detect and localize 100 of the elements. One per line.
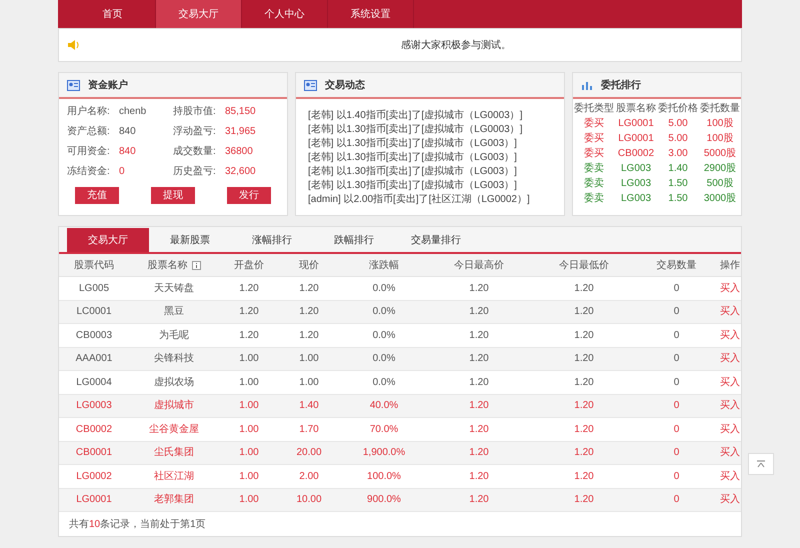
tab[interactable]: 交易量排行 <box>395 228 477 252</box>
table-cell-text: LG003 <box>620 192 652 206</box>
table-cell-text: 0 <box>672 352 680 366</box>
field-value: 36800 <box>225 145 253 159</box>
buy-link[interactable]: 买入 <box>714 445 746 460</box>
table-cell-text: CB0001 <box>74 446 114 460</box>
buy-link[interactable]: 买入 <box>714 280 746 296</box>
action-button[interactable]: 充值 <box>75 187 119 204</box>
table-cell-text: 40.0% <box>368 399 400 414</box>
table-cell-text: 1.20 <box>573 446 595 460</box>
activity-line: [admin] 以2.00指币[卖出]了[社区江湖（LG0002）] <box>308 193 531 206</box>
table-cell-text: 1.20 <box>573 352 595 366</box>
action-button[interactable]: 提现 <box>151 187 195 204</box>
buy-link[interactable]: 买入 <box>714 398 746 414</box>
field-value: 31,965 <box>225 125 256 139</box>
table-cell-text: 委卖 <box>583 176 605 191</box>
table-cell-text: 1.70 <box>298 422 320 437</box>
buy-link[interactable]: 买入 <box>714 492 746 508</box>
column-header: 交易数量 <box>656 258 696 272</box>
table-cell-text: LG0001 <box>617 117 655 131</box>
table-cell-text: 1.20 <box>298 328 320 343</box>
table-cell-text: 委买 <box>583 116 605 131</box>
table-cell-text: 1.20 <box>573 470 595 484</box>
column-header: 操作 <box>720 258 740 272</box>
table-cell-text: 1.00 <box>238 352 260 366</box>
activity-line: [老韩] 以1.40指币[卖出]了[虚拟城市（LG0003）] <box>308 109 524 122</box>
table-cell-text: 1.50 <box>667 177 689 191</box>
back-to-top-button[interactable] <box>748 453 774 475</box>
column-header: 委托价格 <box>657 102 699 116</box>
tab[interactable]: 交易大厅 <box>67 228 149 252</box>
table-cell-text: 2.00 <box>298 470 320 484</box>
table-cell-text: 1.00 <box>298 376 320 390</box>
notice-text: 感谢大家积极参与测试。 <box>401 38 511 52</box>
buy-link[interactable]: 买入 <box>714 468 746 484</box>
field-label: 资产总额: <box>67 124 111 139</box>
table-cell-text: LG005 <box>78 282 110 296</box>
table-cell-text: 1.20 <box>573 493 595 508</box>
table-cell-text: 20.00 <box>295 446 323 460</box>
table-cell-text: 1.20 <box>468 328 490 343</box>
field-label: 持股市值: <box>173 104 217 119</box>
field-label: 可用资金: <box>67 145 111 159</box>
activity-line: [老韩] 以1.30指币[卖出]了[虚拟城市（LG003）] <box>308 137 518 150</box>
buy-link[interactable]: 买入 <box>714 351 746 366</box>
field-label: 用户名称: <box>67 104 111 119</box>
table-cell-text: 0 <box>672 399 680 414</box>
table-cell-text: 3000股 <box>702 192 738 206</box>
table-cell-text: 1.20 <box>468 399 490 414</box>
nav-tab[interactable]: 交易大厅 <box>156 0 242 28</box>
table-cell-text: 3.00 <box>667 147 689 161</box>
info-icon <box>192 260 200 270</box>
table-cell-text: 1.20 <box>468 376 490 390</box>
table-cell-text: 虚拟城市 <box>153 398 195 414</box>
table-cell-text: 5.00 <box>667 117 689 131</box>
column-header: 今日最高价 <box>454 258 504 272</box>
column-header: 股票名称 <box>615 102 657 116</box>
tab[interactable]: 跌幅排行 <box>313 228 395 252</box>
field-label: 历史盈亏: <box>173 164 217 179</box>
table-cell-text: 1.00 <box>238 399 260 414</box>
panel-title: 委托排行 <box>601 78 641 92</box>
table-cell-text: 1.00 <box>238 446 260 460</box>
buy-link[interactable]: 买入 <box>714 422 746 437</box>
table-cell-text: 1.00 <box>238 493 260 508</box>
back-to-top-icon <box>756 460 766 468</box>
activity-line: [老韩] 以1.30指币[卖出]了[虚拟城市（LG003）] <box>308 179 518 192</box>
table-cell-text: 委买 <box>583 132 605 146</box>
table-cell-text: 5000股 <box>702 147 738 161</box>
table-cell-text: LG003 <box>620 162 652 176</box>
table-cell-text: LG0002 <box>75 470 113 484</box>
table-cell-text: 0.0% <box>372 282 396 296</box>
column-header: 股票代码 <box>74 258 114 272</box>
table-cell-text: CB0002 <box>616 147 656 161</box>
buy-link[interactable]: 买入 <box>714 304 746 320</box>
action-button[interactable]: 发行 <box>227 187 271 204</box>
table-cell-text: 老郭集团 <box>153 492 195 508</box>
table-cell-text: LC0001 <box>75 305 113 320</box>
table-cell-text: 虚拟农场 <box>153 376 195 390</box>
buy-link[interactable]: 买入 <box>714 328 746 343</box>
field-value: 840 <box>119 125 136 139</box>
table-cell-text: 0.0% <box>372 376 396 390</box>
field-value: chenb <box>119 105 146 119</box>
table-cell-text: 100.0% <box>366 470 402 484</box>
column-header: 现价 <box>299 258 319 272</box>
table-cell-text: 1,900.0% <box>362 446 406 460</box>
table-cell-text: 0 <box>672 376 680 390</box>
field-label: 冻结资金: <box>67 164 111 179</box>
tab[interactable]: 涨幅排行 <box>231 228 313 252</box>
table-cell-text: 尘谷黄金屋 <box>148 422 200 437</box>
table-cell-text: 1.20 <box>573 282 595 296</box>
bar-chart-icon <box>581 80 593 90</box>
id-card-icon <box>67 80 80 90</box>
panel-title: 资金账户 <box>88 78 128 92</box>
speaker-icon <box>67 39 81 51</box>
table-cell-text: 0.0% <box>372 305 396 320</box>
table-cell-text: 5.00 <box>667 132 689 146</box>
buy-link[interactable]: 买入 <box>714 374 746 390</box>
tab[interactable]: 最新股票 <box>149 228 231 252</box>
table-cell-text: 尘氏集团 <box>153 446 195 460</box>
table-cell-text: 1.20 <box>468 470 490 484</box>
table-cell-text: 0 <box>672 470 680 484</box>
pagination-text: 共有10条记录，当前处于第1页 <box>69 518 206 532</box>
